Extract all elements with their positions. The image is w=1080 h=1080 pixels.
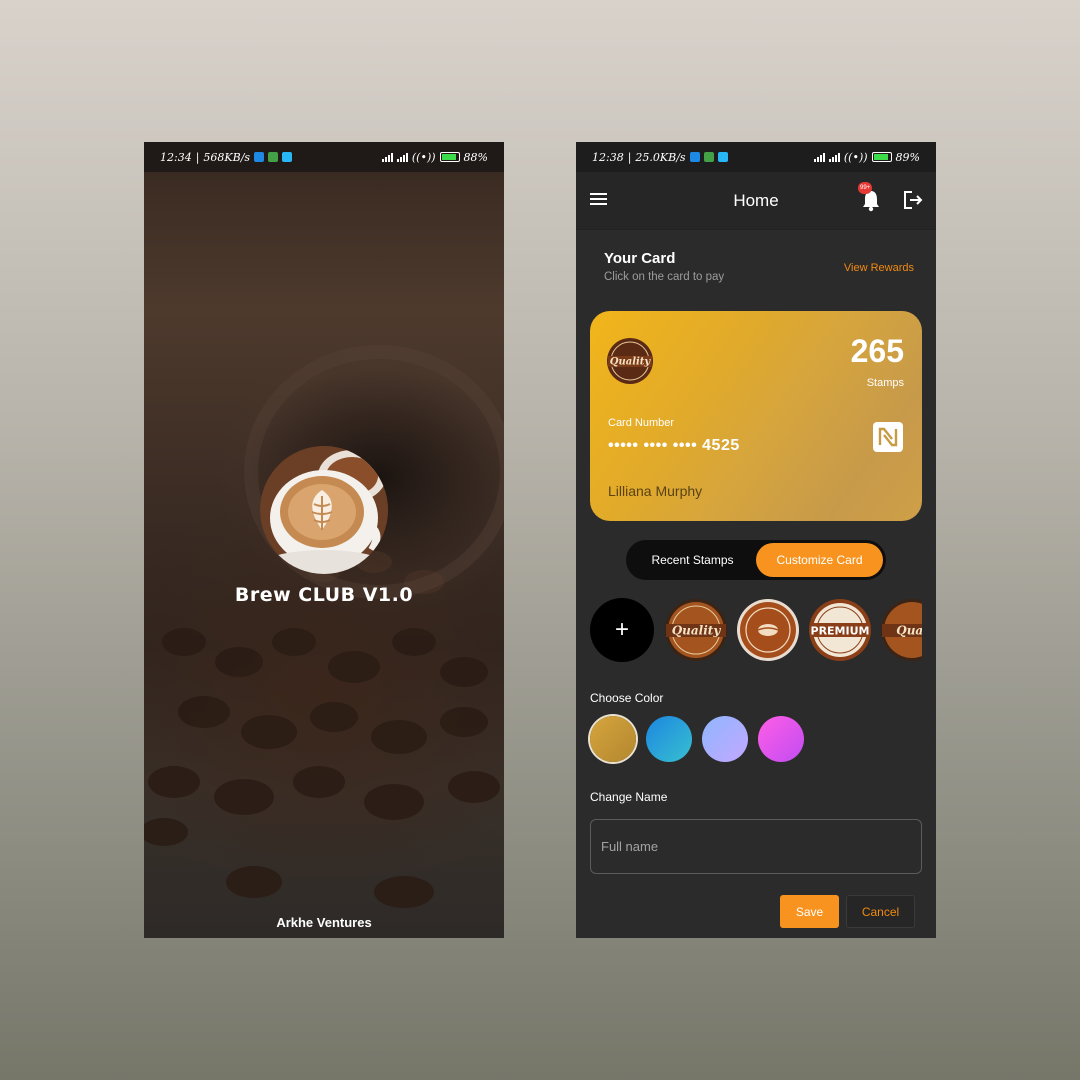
section-subtitle: Click on the card to pay (604, 271, 725, 283)
home-screen: 12:38 | 25.0KB/s ((•)) 89% Home 99+ Your… (576, 142, 936, 938)
gallery-icon (282, 152, 293, 162)
your-card-header: Your Card Click on the card to pay (604, 250, 724, 283)
notification-badge: 99+ (858, 182, 873, 194)
cancel-button[interactable]: Cancel (846, 895, 915, 928)
company-name: Arkhe Ventures (276, 915, 372, 930)
stamp-coffee-bean[interactable] (736, 598, 800, 662)
signal-icon (381, 152, 393, 162)
status-bar: 12:38 | 25.0KB/s ((•)) 89% (576, 142, 936, 172)
app-notification-icon (268, 152, 279, 162)
tab-recent-stamps[interactable]: Recent Stamps (629, 543, 756, 577)
status-time: 12:34 (160, 150, 192, 164)
tab-customize-card[interactable]: Customize Card (756, 543, 883, 577)
status-bar: 12:34 | 568KB/s ((•)) 88% (144, 142, 504, 172)
card-number: ••••• •••• •••• 4525 (608, 437, 740, 454)
status-net-speed: 568KB/s (203, 150, 251, 164)
hotspot-icon: ((•)) (411, 150, 436, 164)
logout-icon[interactable] (902, 188, 924, 212)
splash-screen: 12:34 | 568KB/s ((•)) 88% Brew CLUB V1.0… (144, 142, 504, 938)
menu-icon[interactable] (590, 190, 614, 212)
badge-text: Quality (610, 357, 652, 368)
app-title: Brew CLUB V1.0 (234, 584, 414, 606)
nfc-icon (873, 422, 903, 452)
quality-badge-icon: Quality (607, 338, 653, 384)
app-notification-icon (703, 152, 714, 162)
stamp-text: Qual (896, 624, 922, 638)
stamp-text: Quality (672, 624, 722, 638)
hotspot-icon: ((•)) (843, 150, 868, 164)
battery-percent: 88% (463, 150, 488, 164)
stamp-count-label: Stamps (866, 377, 904, 389)
app-bar: Home (576, 172, 936, 230)
stamp-quality-2[interactable]: Qual (880, 598, 922, 662)
battery-icon (439, 152, 460, 162)
card-holder-name: Lilliana Murphy (608, 483, 703, 499)
messenger-icon (254, 152, 265, 162)
save-button[interactable]: Save (780, 895, 839, 928)
change-name-label: Change Name (590, 790, 668, 804)
stamp-picker: + Quality PREMIUM Qual (590, 598, 922, 664)
choose-color-label: Choose Color (590, 691, 664, 705)
add-stamp-button[interactable]: + (590, 598, 654, 662)
battery-icon (871, 152, 892, 162)
view-rewards-link[interactable]: View Rewards (844, 262, 914, 274)
color-swatch-pink[interactable] (758, 716, 804, 762)
full-name-input[interactable] (590, 819, 922, 874)
card-number-label: Card Number (608, 417, 675, 429)
signal-icon (813, 152, 825, 162)
color-swatch-lavender[interactable] (702, 716, 748, 762)
stamp-premium[interactable]: PREMIUM (808, 598, 872, 662)
color-swatch-blue[interactable] (646, 716, 692, 762)
loyalty-card[interactable]: Quality 265 Stamps Card Number ••••• •••… (590, 311, 922, 521)
stamp-count: 265 (850, 333, 904, 369)
gallery-icon (717, 152, 728, 162)
app-logo (260, 446, 388, 574)
page-title: Home (733, 190, 779, 210)
color-swatch-gold[interactable] (590, 716, 636, 762)
stamp-text: PREMIUM (811, 625, 870, 638)
status-net-speed: 25.0KB/s (635, 150, 686, 164)
card-tab-switch: Recent Stamps Customize Card (626, 540, 886, 580)
status-time: 12:38 (592, 150, 624, 164)
battery-percent: 89% (895, 150, 920, 164)
color-picker (590, 716, 804, 762)
signal-icon-2 (828, 152, 840, 162)
signal-icon-2 (396, 152, 408, 162)
messenger-icon (689, 152, 700, 162)
section-title: Your Card (604, 250, 676, 267)
stamp-quality[interactable]: Quality (664, 598, 728, 662)
